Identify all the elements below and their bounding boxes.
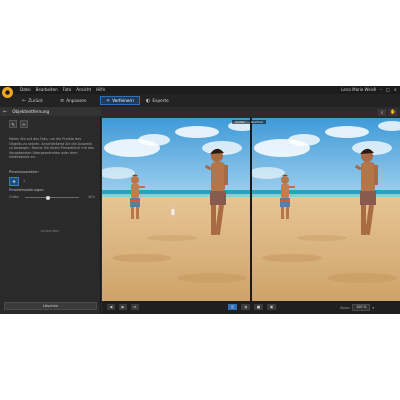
- minimize-icon[interactable]: –: [380, 87, 382, 93]
- brush-size-slider[interactable]: Größe 40%: [9, 195, 95, 201]
- slider-max-label: 40%: [87, 195, 95, 199]
- brush-select-icon[interactable]: ✥: [9, 177, 19, 186]
- tab-effects[interactable]: ◐ Experte: [146, 96, 169, 105]
- effects-icon: ◐: [146, 97, 151, 104]
- after-photo[interactable]: [252, 118, 400, 301]
- panel-header: ← Objektentfernung: [0, 107, 101, 116]
- menu-photo[interactable]: Foto: [63, 87, 72, 93]
- slider-min-label: Größe: [9, 195, 19, 199]
- tab-retouch[interactable]: ✧ Verfeinern: [100, 96, 140, 105]
- delete-button[interactable]: Löschen: [4, 302, 97, 310]
- title-bar: Datei Bearbeiten Foto Ansicht Hilfe Lena…: [0, 86, 400, 94]
- single-view-icon[interactable]: ■: [254, 304, 263, 310]
- maximize-icon[interactable]: □: [386, 87, 390, 93]
- wand-icon: ✧: [106, 97, 111, 104]
- brush-add-icon[interactable]: ✎: [9, 120, 17, 128]
- compare-labels: Vorher Nachher: [232, 120, 267, 124]
- arrow-left-icon: ←: [22, 97, 27, 104]
- before-photo[interactable]: [102, 118, 250, 301]
- before-label: Vorher: [232, 120, 248, 124]
- undo-icon[interactable]: ◀: [107, 304, 115, 310]
- menu-view[interactable]: Ansicht: [76, 87, 91, 93]
- panel-description: Malen Sie auf das Foto, um die Punkte de…: [9, 137, 95, 160]
- zoom-dropdown-icon[interactable]: ▾: [372, 306, 374, 310]
- preview-area: ⌕ ✋ Vorher Nachher ◀ ▶ ⇄ ◫ ◑ ■ ▣ Zoom: 1…: [102, 107, 400, 314]
- hand-icon[interactable]: ✋: [389, 109, 397, 116]
- back-button[interactable]: ← Zurück: [22, 96, 43, 105]
- after-label: Nachher: [247, 120, 267, 124]
- sliders-icon: ≡: [60, 97, 65, 104]
- preview-top-bar: ⌕ ✋: [102, 107, 400, 118]
- zoom-value[interactable]: 100 %: [352, 304, 371, 311]
- apply-button[interactable]: Anwenden: [30, 228, 70, 235]
- close-icon[interactable]: ×: [394, 87, 397, 93]
- menu-edit[interactable]: Bearbeiten: [36, 87, 58, 93]
- slider-handle[interactable]: [45, 195, 50, 200]
- zoom-control: Zoom: 100 % ▾: [340, 304, 374, 311]
- photo-editor-window: Datei Bearbeiten Foto Ansicht Hilfe Lena…: [0, 86, 400, 314]
- before-after-icon[interactable]: ◑: [241, 304, 250, 310]
- zoom-label: Zoom:: [340, 305, 351, 310]
- redo-icon[interactable]: ▶: [119, 304, 127, 310]
- brush-mode-tools: ✎ ✂: [9, 120, 28, 128]
- user-name[interactable]: Lena Marie Weiss: [341, 87, 376, 93]
- tab-adjust[interactable]: ≡ Anpassen: [60, 96, 87, 105]
- magnifier-icon[interactable]: ⌕: [378, 109, 386, 116]
- panel-back-icon[interactable]: ←: [3, 109, 7, 115]
- settings-section-label: Pinseleinstellungen: [9, 188, 44, 192]
- compare-icon[interactable]: ⇄: [131, 304, 139, 310]
- view-mode-controls: ◫ ◑ ■ ▣: [228, 304, 276, 310]
- app-logo: [2, 87, 13, 98]
- history-controls: ◀ ▶ ⇄: [107, 304, 139, 310]
- menu-help[interactable]: Hilfe: [96, 87, 105, 93]
- menu-bar: Datei Bearbeiten Foto Ansicht Hilfe: [20, 87, 105, 93]
- preview-bottom-bar: ◀ ▶ ⇄ ◫ ◑ ■ ▣ Zoom: 100 % ▾: [102, 301, 400, 314]
- tool-panel: ← Objektentfernung ✎ ✂ Malen Sie auf das…: [0, 107, 101, 314]
- preview-top-tools: ⌕ ✋: [378, 109, 397, 116]
- split-view-icon[interactable]: ◫: [228, 304, 237, 310]
- brush-value: 1: [23, 179, 26, 183]
- module-toolbar: ← Zurück ≡ Anpassen ✧ Verfeinern ◐ Exper…: [0, 94, 400, 107]
- window-controls: ? – □ ×: [374, 87, 397, 93]
- slider-track[interactable]: [25, 195, 79, 200]
- panel-title: Objektentfernung: [12, 109, 50, 114]
- menu-file[interactable]: Datei: [20, 87, 31, 93]
- help-icon[interactable]: ?: [374, 87, 376, 93]
- brush-section-label: Pinselauswahlen: [9, 170, 39, 174]
- fit-view-icon[interactable]: ▣: [267, 304, 276, 310]
- brush-erase-icon[interactable]: ✂: [20, 120, 28, 128]
